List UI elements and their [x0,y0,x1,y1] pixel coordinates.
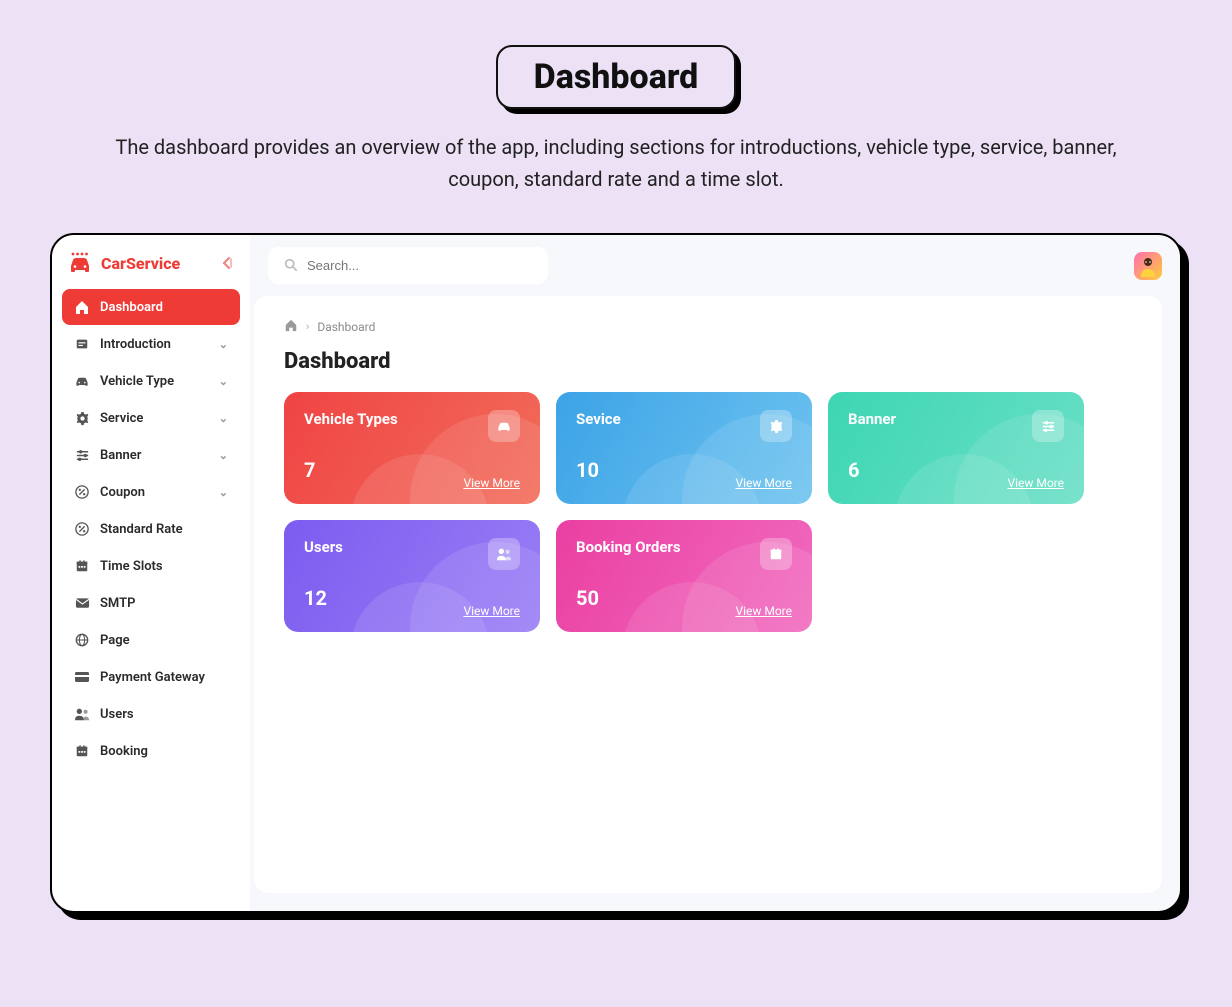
card-title: Users [304,538,343,556]
sidebar-collapse-button[interactable] [218,254,236,272]
sidebar-item-label: Booking [100,744,148,759]
view-more-link[interactable]: View More [735,604,792,618]
view-more-link[interactable]: View More [463,476,520,490]
stat-card-booking-orders: Booking Orders 50 View More [556,520,812,632]
search-input[interactable] [307,258,532,273]
brand-logo[interactable]: CarService [66,251,180,275]
chevron-down-icon: ⌄ [219,449,228,462]
sidebar: CarService Dashboard Introduction ⌄ Vehi… [52,235,250,911]
chevron-down-icon: ⌄ [219,375,228,388]
sidebar-item-label: Service [100,411,143,426]
chevron-down-icon: ⌄ [219,486,228,499]
user-avatar[interactable] [1134,252,1162,280]
sidebar-item-smtp[interactable]: SMTP [62,585,240,621]
stat-card-banner: Banner 6 View More [828,392,1084,504]
sliders-icon [1032,410,1064,442]
stat-cards-grid: Vehicle Types 7 View More Sevice 10 View… [284,392,1084,632]
sidebar-item-label: SMTP [100,596,135,611]
sliders-icon [74,447,90,463]
globe-icon [74,632,90,648]
calendar-icon [74,558,90,574]
content-panel: › Dashboard Dashboard Vehicle Types 7 Vi… [254,296,1162,893]
car-wash-icon [66,251,94,275]
sidebar-item-booking[interactable]: Booking [62,733,240,769]
gear-icon [74,410,90,426]
percent-icon [74,521,90,537]
car-icon [74,373,90,389]
sidebar-item-label: Introduction [100,337,171,352]
sidebar-item-label: Coupon [100,485,145,500]
gear-icon [760,410,792,442]
sidebar-item-payment-gateway[interactable]: Payment Gateway [62,659,240,695]
home-icon [74,299,90,315]
sidebar-nav: Dashboard Introduction ⌄ Vehicle Type ⌄ … [62,289,240,769]
home-icon[interactable] [284,318,298,335]
users-icon [488,538,520,570]
intro-icon [74,336,90,352]
sidebar-item-service[interactable]: Service ⌄ [62,400,240,436]
chevron-down-icon: ⌄ [219,412,228,425]
sidebar-item-label: Payment Gateway [100,670,205,685]
sidebar-item-label: Standard Rate [100,522,183,537]
brand-name: CarService [101,254,180,273]
hero-title: Dashboard [496,45,737,109]
hero-subtitle: The dashboard provides an overview of th… [50,131,1182,195]
sidebar-item-label: Time Slots [100,559,163,574]
card-title: Sevice [576,410,621,428]
envelope-icon [74,595,90,611]
sidebar-item-coupon[interactable]: Coupon ⌄ [62,474,240,510]
calendar-icon [74,743,90,759]
search-icon [284,256,297,275]
main-area: › Dashboard Dashboard Vehicle Types 7 Vi… [250,235,1180,911]
credit-card-icon [74,669,90,685]
sidebar-item-users[interactable]: Users [62,696,240,732]
chevron-right-icon: › [306,320,309,333]
car-icon [488,410,520,442]
stat-card-sevice: Sevice 10 View More [556,392,812,504]
chevron-down-icon: ⌄ [219,338,228,351]
sidebar-item-label: Vehicle Type [100,374,174,389]
percent-icon [74,484,90,500]
sidebar-item-introduction[interactable]: Introduction ⌄ [62,326,240,362]
sidebar-item-vehicle-type[interactable]: Vehicle Type ⌄ [62,363,240,399]
page-title: Dashboard [284,349,1132,374]
card-title: Booking Orders [576,538,681,556]
users-icon [74,706,90,722]
topbar [250,235,1180,296]
sidebar-item-label: Page [100,633,130,648]
search-box[interactable] [268,247,548,284]
view-more-link[interactable]: View More [463,604,520,618]
stat-card-vehicle-types: Vehicle Types 7 View More [284,392,540,504]
stat-card-users: Users 12 View More [284,520,540,632]
view-more-link[interactable]: View More [1007,476,1064,490]
breadcrumb: › Dashboard [284,318,1132,335]
sidebar-item-label: Dashboard [100,300,163,315]
sidebar-item-banner[interactable]: Banner ⌄ [62,437,240,473]
sidebar-item-label: Users [100,707,134,722]
view-more-link[interactable]: View More [735,476,792,490]
app-window: CarService Dashboard Introduction ⌄ Vehi… [50,233,1182,913]
calendar-icon [760,538,792,570]
card-title: Vehicle Types [304,410,398,428]
card-title: Banner [848,410,896,428]
sidebar-item-dashboard[interactable]: Dashboard [62,289,240,325]
sidebar-item-time-slots[interactable]: Time Slots [62,548,240,584]
sidebar-item-page[interactable]: Page [62,622,240,658]
sidebar-item-label: Banner [100,448,141,463]
breadcrumb-current: Dashboard [317,320,375,334]
sidebar-item-standard-rate[interactable]: Standard Rate [62,511,240,547]
